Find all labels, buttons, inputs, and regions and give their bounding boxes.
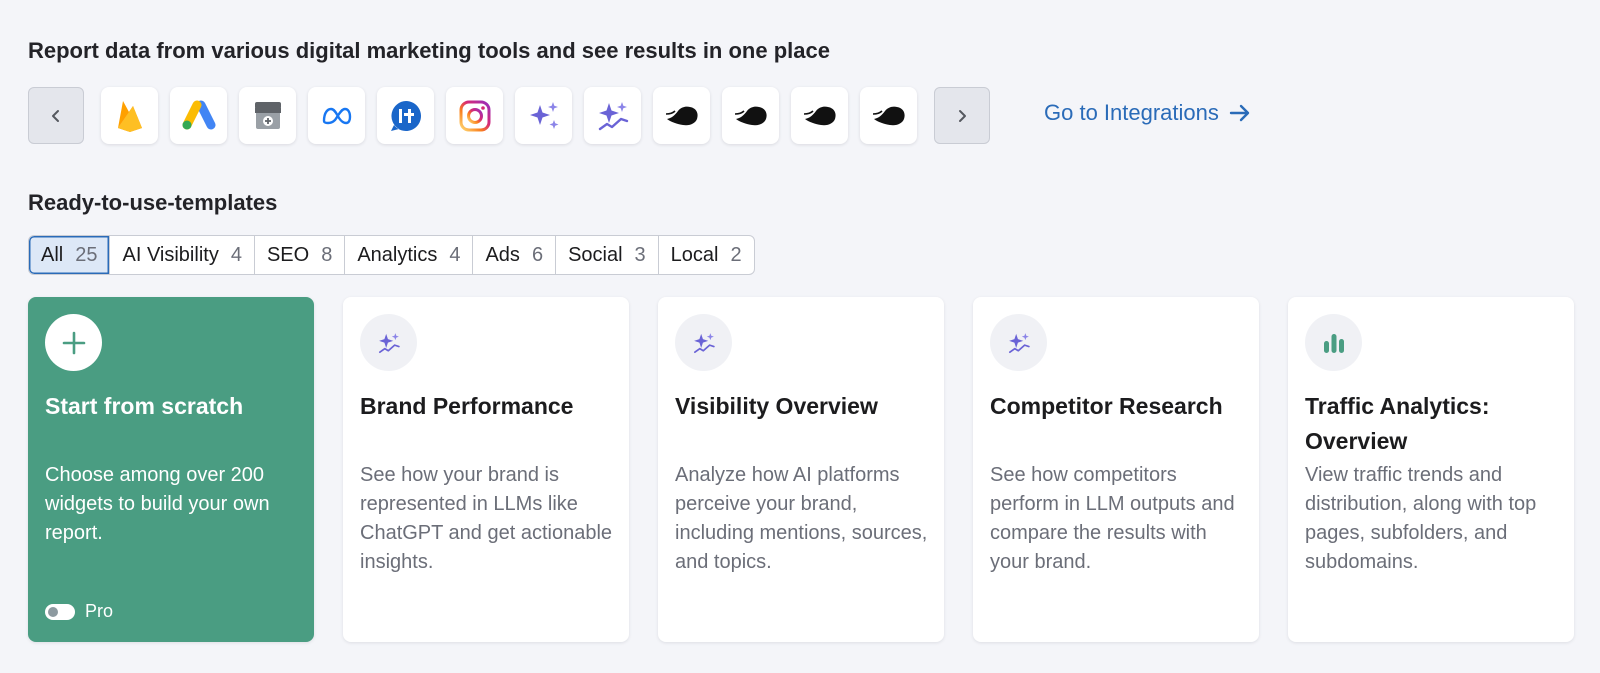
tab-all[interactable]: All 25 xyxy=(29,236,111,274)
start-from-scratch-card[interactable]: Start from scratch Choose among over 200… xyxy=(28,297,314,642)
semrush-dark-icon xyxy=(872,106,905,125)
tab-label: SEO xyxy=(266,243,310,266)
integration-tile-semrush-2[interactable] xyxy=(722,87,779,144)
integration-tile-ai-sparkle-trend[interactable] xyxy=(584,87,641,144)
integration-tile-google-ads[interactable] xyxy=(170,87,227,144)
integration-tile-semrush-3[interactable] xyxy=(791,87,848,144)
toggle-switch[interactable] xyxy=(45,603,75,620)
card-title: Brand Performance xyxy=(360,393,574,419)
semrush-dark-icon xyxy=(734,106,767,125)
ai-sparkle-icon xyxy=(529,101,558,129)
integration-tile-meta[interactable] xyxy=(308,87,365,144)
card-icon-circle xyxy=(675,314,732,371)
tab-count: 2 xyxy=(730,243,742,266)
go-to-integrations-label: Go to Integrations xyxy=(1044,100,1219,125)
tab-count: 4 xyxy=(449,243,461,266)
card-title: Visibility Overview xyxy=(675,393,878,419)
tab-label: Local xyxy=(670,243,719,266)
card-title: Start from scratch xyxy=(45,393,244,419)
semrush-dark-icon xyxy=(803,106,836,125)
bar-chart-icon xyxy=(1323,333,1344,353)
integration-tile-instagram[interactable] xyxy=(446,87,503,144)
firebase-icon xyxy=(117,100,142,132)
integration-tile-semrush-4[interactable] xyxy=(860,87,917,144)
integration-tiles xyxy=(101,87,917,144)
tab-label: All xyxy=(41,243,64,266)
integration-tile-semrush-1[interactable] xyxy=(653,87,710,144)
ai-sparkle-icon xyxy=(378,332,400,353)
visibility-overview-card[interactable]: Visibility Overview Analyze how AI platf… xyxy=(658,297,944,642)
integration-tile-firebase[interactable] xyxy=(101,87,158,144)
traffic-analytics-card[interactable]: Traffic Analytics: Overview View traffic… xyxy=(1288,297,1574,642)
chevron-left-icon xyxy=(52,109,59,122)
pro-toggle[interactable]: Pro xyxy=(45,601,113,622)
template-cards: Start from scratch Choose among over 200… xyxy=(28,297,1574,642)
semrush-dark-icon xyxy=(665,106,698,125)
tab-count: 4 xyxy=(230,243,242,266)
tab-analytics[interactable]: Analytics 4 xyxy=(345,236,474,274)
toggle-knob xyxy=(48,606,58,617)
ai-sparkle-icon xyxy=(693,332,715,353)
tab-count: 8 xyxy=(321,243,333,266)
card-title: Competitor Research xyxy=(990,393,1223,419)
template-filter-tabs: All 25 AI Visibility 4 SEO 8 Analytics 4… xyxy=(28,235,755,275)
go-to-integrations-link[interactable]: Go to Integrations xyxy=(1044,100,1251,126)
arrow-right-icon xyxy=(1229,104,1250,122)
integrations-heading: Report data from various digital marketi… xyxy=(28,38,830,63)
tab-label: Social xyxy=(568,243,623,266)
callrail-icon xyxy=(390,100,421,131)
google-ads-icon xyxy=(182,100,215,129)
card-icon-circle xyxy=(990,314,1047,371)
card-icon-circle xyxy=(45,314,102,371)
pro-toggle-label: Pro xyxy=(85,601,114,621)
tab-label: AI Visibility xyxy=(122,243,219,266)
card-icon-circle xyxy=(1305,314,1362,371)
tab-ads[interactable]: Ads 6 xyxy=(473,236,557,274)
ai-sparkle-icon xyxy=(1008,332,1030,353)
tab-social[interactable]: Social 3 xyxy=(556,236,659,274)
card-description: Analyze how AI platforms perceive your b… xyxy=(675,464,928,573)
meta-icon xyxy=(322,107,351,124)
card-title: Traffic Analytics: Overview xyxy=(1305,393,1490,454)
tab-label: Ads xyxy=(485,243,520,266)
integration-tile-ai-sparkle[interactable] xyxy=(515,87,572,144)
chevron-right-icon xyxy=(959,109,966,122)
tab-count: 25 xyxy=(75,243,98,266)
card-description: View traffic trends and distribution, al… xyxy=(1305,464,1537,573)
tab-count: 3 xyxy=(634,243,646,266)
tab-ai-visibility[interactable]: AI Visibility 4 xyxy=(110,236,255,274)
card-icon-circle xyxy=(360,314,417,371)
tab-seo[interactable]: SEO 8 xyxy=(255,236,346,274)
card-description: Choose among over 200 widgets to build y… xyxy=(45,464,270,544)
card-description: See how competitors perform in LLM outpu… xyxy=(990,464,1235,573)
carousel-next-button[interactable] xyxy=(934,87,990,144)
competitor-research-card[interactable]: Competitor Research See how competitors … xyxy=(973,297,1259,642)
integration-tile-google-business[interactable] xyxy=(239,87,296,144)
brand-performance-card[interactable]: Brand Performance See how your brand is … xyxy=(343,297,629,642)
tab-count: 6 xyxy=(531,243,544,266)
integration-tile-callrail[interactable] xyxy=(377,87,434,144)
plus-icon xyxy=(62,331,85,354)
tab-local[interactable]: Local 2 xyxy=(659,236,754,274)
ai-sparkle-trend-icon xyxy=(598,101,628,130)
google-business-profile-icon xyxy=(254,101,281,129)
templates-heading: Ready-to-use-templates xyxy=(28,190,278,215)
carousel-prev-button[interactable] xyxy=(28,87,84,144)
instagram-icon xyxy=(459,100,490,131)
tab-label: Analytics xyxy=(357,243,438,266)
integrations-carousel xyxy=(28,87,990,144)
card-description: See how your brand is represented in LLM… xyxy=(360,464,613,573)
